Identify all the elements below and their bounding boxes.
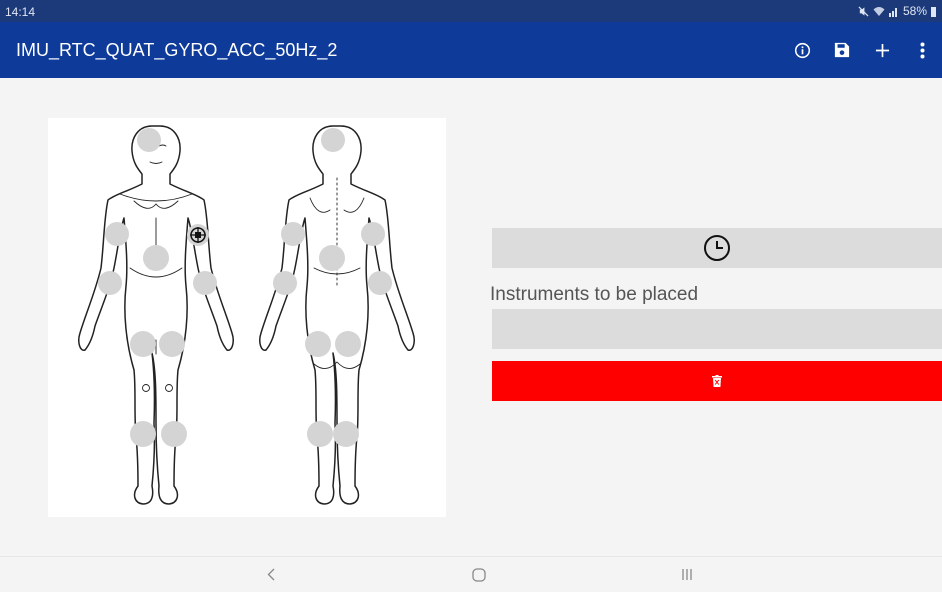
battery-percent: 58% bbox=[902, 4, 927, 18]
placement-spot[interactable] bbox=[281, 222, 305, 246]
body-diagram bbox=[48, 118, 446, 517]
app-bar: IMU_RTC_QUAT_GYRO_ACC_50Hz_2 bbox=[0, 22, 942, 78]
delete-button[interactable] bbox=[492, 361, 942, 401]
wifi-icon bbox=[873, 6, 885, 16]
placement-spot[interactable] bbox=[105, 222, 129, 246]
placed-sensor-icon[interactable] bbox=[187, 224, 209, 246]
signal-icon bbox=[888, 7, 897, 17]
placement-spot[interactable] bbox=[321, 128, 345, 152]
recents-button[interactable] bbox=[667, 557, 707, 592]
battery-icon bbox=[931, 6, 936, 17]
placement-spot[interactable] bbox=[159, 331, 185, 357]
placement-spot[interactable] bbox=[335, 331, 361, 357]
placement-spot[interactable] bbox=[130, 421, 156, 447]
add-icon bbox=[875, 43, 889, 57]
placement-spot[interactable] bbox=[143, 245, 169, 271]
save-icon bbox=[834, 42, 850, 58]
status-time: 14:14 bbox=[5, 5, 36, 19]
placement-spot[interactable] bbox=[137, 128, 161, 152]
home-icon bbox=[472, 567, 486, 582]
mute-icon bbox=[858, 5, 869, 17]
placement-spot[interactable] bbox=[361, 222, 385, 246]
placement-spot[interactable] bbox=[305, 331, 331, 357]
placement-spot[interactable] bbox=[319, 245, 345, 271]
instruments-label: Instruments to be placed bbox=[490, 284, 699, 305]
placement-spot[interactable] bbox=[161, 421, 187, 447]
info-icon bbox=[794, 42, 810, 58]
more-vert-icon bbox=[920, 42, 924, 58]
placement-spot[interactable] bbox=[307, 421, 333, 447]
home-button[interactable] bbox=[459, 557, 499, 592]
app-title: IMU_RTC_QUAT_GYRO_ACC_50Hz_2 bbox=[16, 40, 338, 60]
recording-time-button[interactable] bbox=[492, 228, 942, 268]
trash-icon bbox=[712, 375, 722, 387]
placement-spot[interactable] bbox=[98, 271, 122, 295]
placement-spot[interactable] bbox=[130, 331, 156, 357]
info-button[interactable] bbox=[782, 22, 822, 78]
placement-spot[interactable] bbox=[333, 421, 359, 447]
save-button[interactable] bbox=[822, 22, 862, 78]
placement-spot[interactable] bbox=[193, 271, 217, 295]
more-options-button[interactable] bbox=[902, 22, 942, 78]
recents-icon bbox=[682, 569, 692, 580]
clock-icon bbox=[704, 235, 730, 261]
body-back-figure bbox=[259, 125, 415, 505]
main-content: Instruments to be placed bbox=[0, 78, 942, 556]
placement-spot[interactable] bbox=[273, 271, 297, 295]
status-icons: 58% bbox=[858, 4, 936, 18]
placement-spot[interactable] bbox=[368, 271, 392, 295]
app-bar-actions bbox=[782, 22, 942, 78]
add-button[interactable] bbox=[862, 22, 902, 78]
back-icon bbox=[267, 568, 275, 581]
status-bar: 14:14 58% bbox=[0, 0, 942, 22]
instruments-field[interactable] bbox=[492, 309, 942, 349]
back-button[interactable] bbox=[251, 557, 291, 592]
system-nav-bar bbox=[0, 556, 942, 592]
body-front-figure bbox=[78, 125, 234, 505]
